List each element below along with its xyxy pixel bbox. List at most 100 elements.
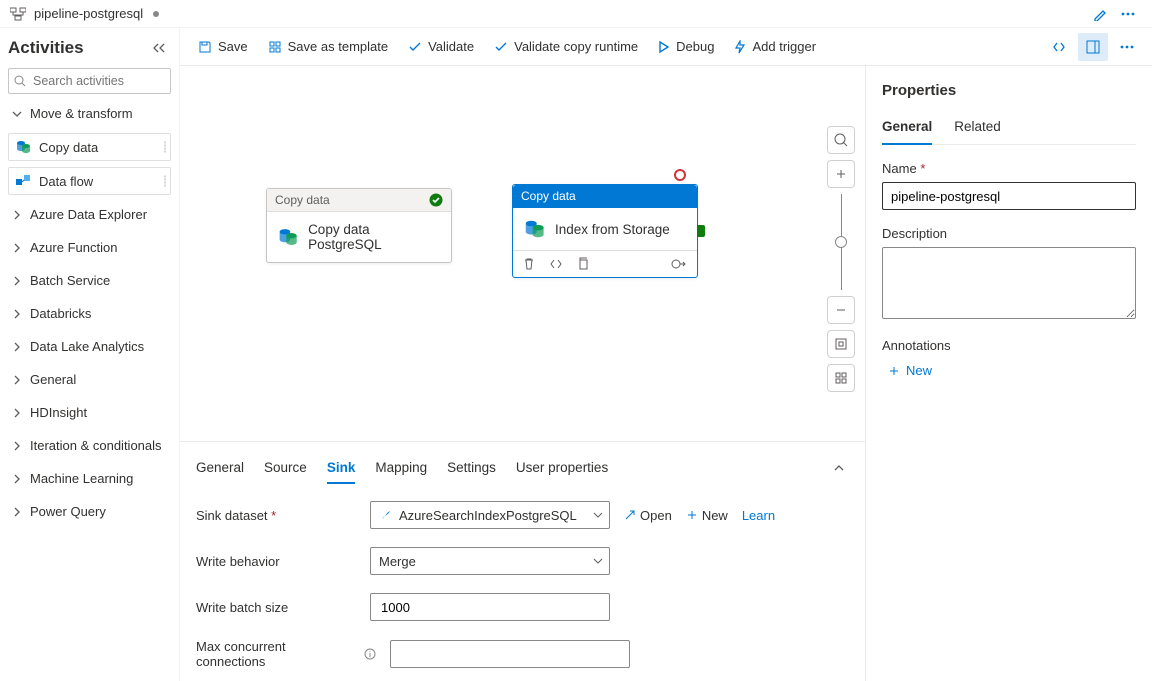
add-annotation-button[interactable]: New (882, 363, 1136, 378)
write-behavior-value: Merge (379, 554, 416, 569)
sidebar-collapse-icon[interactable] (151, 42, 171, 54)
chevron-right-icon (12, 441, 24, 451)
learn-link[interactable]: Learn (742, 508, 775, 523)
category-move-transform[interactable]: Move & transform (8, 100, 171, 127)
tab-general[interactable]: General (196, 452, 244, 483)
category-label: General (30, 372, 76, 387)
category-label: Iteration & conditionals (30, 438, 162, 453)
zoom-in-button[interactable] (827, 160, 855, 188)
zoom-reset-button[interactable] (827, 126, 855, 154)
description-label: Description (882, 226, 1136, 241)
open-dataset-button[interactable]: Open (624, 508, 672, 523)
category-label: Power Query (30, 504, 106, 519)
search-icon (14, 75, 26, 87)
chevron-right-icon (12, 474, 24, 484)
pipeline-name-label: Name * (882, 161, 1136, 176)
copy-data-icon (277, 226, 298, 248)
expand-icon[interactable] (671, 258, 687, 270)
category-item[interactable]: Machine Learning (8, 465, 171, 492)
category-label: Machine Learning (30, 471, 133, 486)
copy-data-icon (15, 139, 31, 155)
clone-icon[interactable] (577, 257, 589, 271)
category-item[interactable]: Iteration & conditionals (8, 432, 171, 459)
search-input[interactable] (8, 68, 171, 94)
zoom-out-button[interactable] (827, 296, 855, 324)
chevron-right-icon (12, 276, 24, 286)
category-label: Databricks (30, 306, 91, 321)
fit-to-screen-button[interactable] (827, 330, 855, 358)
plus-icon (888, 365, 900, 377)
category-item[interactable]: Databricks (8, 300, 171, 327)
category-item[interactable]: Azure Data Explorer (8, 201, 171, 228)
drag-grip-icon (164, 142, 166, 153)
save-button[interactable]: Save (190, 35, 256, 58)
pipeline-name-input[interactable] (882, 182, 1136, 210)
rename-icon[interactable] (1086, 3, 1114, 25)
category-label: Azure Data Explorer (30, 207, 147, 222)
category-item[interactable]: HDInsight (8, 399, 171, 426)
code-view-button[interactable] (1044, 33, 1074, 61)
bottom-tabs: General Source Sink Mapping Settings Use… (196, 448, 849, 483)
copy-data-icon (523, 218, 545, 240)
category-item[interactable]: Data Lake Analytics (8, 333, 171, 360)
titlebar: pipeline-postgresql (0, 0, 1152, 28)
zoom-slider[interactable] (841, 194, 842, 290)
activity-node-index-from-storage[interactable]: Copy data Index from Storage (512, 184, 698, 278)
delete-icon[interactable] (523, 257, 535, 271)
properties-heading: Properties (882, 82, 1136, 99)
category-item[interactable]: Azure Function (8, 234, 171, 261)
max-concurrent-connections-label: Max concurrent connections (196, 639, 356, 669)
chevron-right-icon (12, 375, 24, 385)
activity-node-copy-postgresql[interactable]: Copy data Copy data PostgreSQL (266, 188, 452, 263)
write-batch-size-input[interactable] (379, 599, 585, 616)
category-item[interactable]: Power Query (8, 498, 171, 525)
category-label: Batch Service (30, 273, 110, 288)
tab-sink[interactable]: Sink (327, 452, 356, 483)
design-canvas[interactable]: Copy data Copy data PostgreSQL Cop (180, 66, 865, 441)
tab-settings[interactable]: Settings (447, 452, 496, 483)
search-box (8, 68, 171, 94)
azure-search-icon (379, 508, 393, 522)
category-item[interactable]: Batch Service (8, 267, 171, 294)
code-icon[interactable] (549, 258, 563, 270)
pipeline-icon (10, 7, 26, 21)
sink-dataset-label: Sink dataset * (196, 508, 356, 523)
tab-user-properties[interactable]: User properties (516, 452, 608, 483)
pipeline-name: pipeline-postgresql (34, 6, 143, 21)
output-port[interactable] (697, 225, 705, 237)
add-trigger-button[interactable]: Add trigger (726, 35, 824, 58)
properties-tab-related[interactable]: Related (954, 113, 1001, 144)
new-dataset-button[interactable]: New (686, 508, 728, 523)
max-concurrent-connections-input-wrapper (390, 640, 630, 668)
auto-layout-button[interactable] (827, 364, 855, 392)
unsaved-indicator-icon (153, 11, 159, 17)
sidebar-title: Activities (8, 38, 84, 58)
tab-mapping[interactable]: Mapping (375, 452, 427, 483)
properties-panel: Properties General Related Name * Descri… (866, 66, 1152, 681)
write-batch-size-input-wrapper (370, 593, 610, 621)
description-textarea[interactable] (882, 247, 1136, 319)
properties-panel-button[interactable] (1078, 33, 1108, 61)
validate-copy-runtime-button[interactable]: Validate copy runtime (486, 35, 646, 58)
activity-item-data-flow[interactable]: Data flow (8, 167, 171, 195)
chevron-right-icon (12, 210, 24, 220)
category-label: HDInsight (30, 405, 87, 420)
debug-button[interactable]: Debug (650, 35, 722, 58)
tab-source[interactable]: Source (264, 452, 307, 483)
write-behavior-select[interactable]: Merge (370, 547, 610, 575)
sink-dataset-select[interactable]: AzureSearchIndexPostgreSQL (370, 501, 610, 529)
activity-item-label: Data flow (39, 174, 93, 189)
activity-item-copy-data[interactable]: Copy data (8, 133, 171, 161)
info-icon[interactable] (364, 648, 376, 660)
toolbar-more-button[interactable] (1112, 33, 1142, 61)
toolbar: Save Save as template Validate Validate … (180, 28, 1152, 66)
properties-tab-general[interactable]: General (882, 113, 932, 144)
collapse-panel-icon[interactable] (833, 463, 849, 473)
save-as-template-button[interactable]: Save as template (260, 35, 396, 58)
chevron-right-icon (12, 243, 24, 253)
validate-button[interactable]: Validate (400, 35, 482, 58)
more-icon[interactable] (1114, 3, 1142, 25)
category-item[interactable]: General (8, 366, 171, 393)
error-indicator-ring-icon (674, 169, 686, 181)
max-concurrent-connections-input[interactable] (399, 646, 605, 663)
